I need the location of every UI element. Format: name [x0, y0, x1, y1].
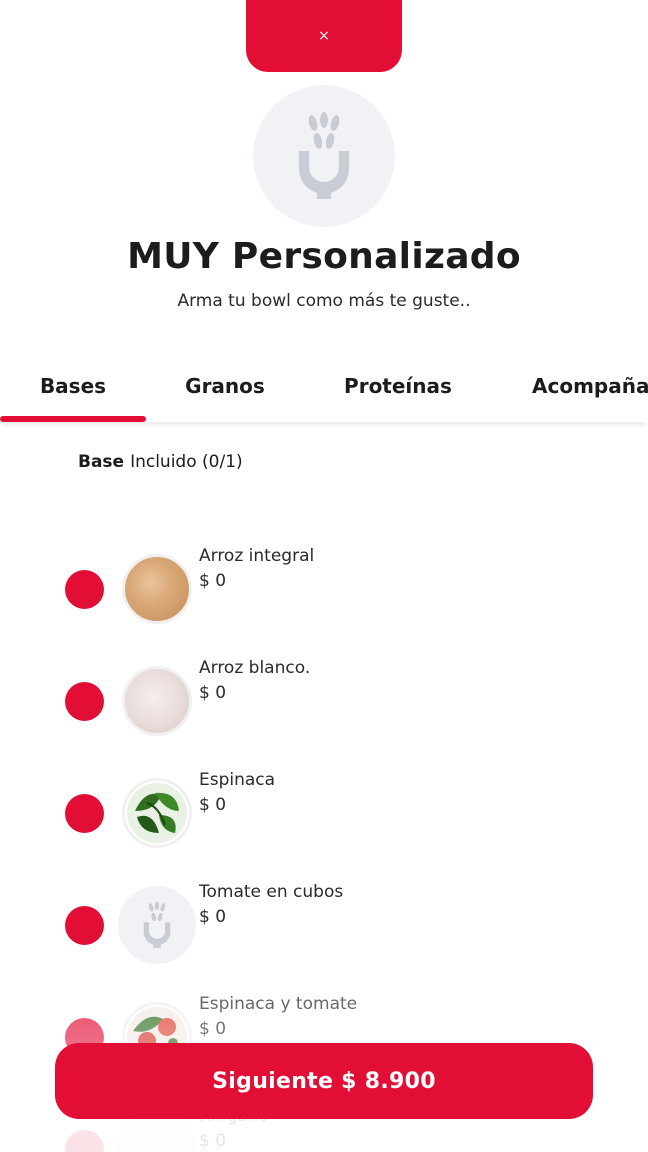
option-radio[interactable]: [65, 794, 104, 833]
next-button[interactable]: Siguiente $ 8.900: [55, 1043, 593, 1119]
tab-acompanar[interactable]: Acompañar: [492, 350, 648, 422]
option-row[interactable]: Arroz integral $ 0: [0, 532, 648, 632]
option-radio[interactable]: [65, 682, 104, 721]
placeholder-image: [118, 886, 196, 964]
page-title: MUY Personalizado: [127, 236, 521, 277]
brown-rice-image: [122, 554, 192, 624]
option-name: Espinaca: [199, 770, 276, 790]
option-price: $ 0: [199, 571, 227, 591]
spinach-image: [122, 778, 192, 848]
category-tabs: Bases Granos Proteínas Acompañar: [0, 350, 648, 422]
tab-granos[interactable]: Granos: [146, 350, 304, 422]
section-status: Incluido (0/1): [130, 452, 243, 472]
close-icon: ×: [318, 28, 330, 44]
white-rice-image: [122, 666, 192, 736]
option-name: Tomate en cubos: [199, 882, 344, 902]
page-subtitle: Arma tu bowl como más te guste..: [177, 291, 471, 311]
option-row[interactable]: Espinaca $ 0: [0, 756, 648, 856]
option-row[interactable]: Tomate en cubos $ 0: [0, 868, 648, 968]
option-radio[interactable]: [65, 570, 104, 609]
bowl-logo-icon: [143, 901, 171, 948]
option-price: $ 0: [199, 907, 227, 927]
option-name: Arroz integral: [199, 546, 315, 566]
section-name: Base: [78, 452, 125, 472]
bowl-logo-icon: [299, 112, 349, 199]
option-price: $ 0: [199, 1131, 227, 1151]
tab-proteinas[interactable]: Proteínas: [304, 350, 492, 422]
close-button[interactable]: ×: [246, 0, 402, 72]
section-header: Base Incluido (0/1): [78, 452, 243, 472]
tab-bases[interactable]: Bases: [0, 350, 146, 422]
option-price: $ 0: [199, 1019, 227, 1039]
option-price: $ 0: [199, 795, 227, 815]
option-row[interactable]: Arroz blanco. $ 0: [0, 644, 648, 744]
brand-logo-placeholder: [253, 85, 395, 227]
option-name: Arroz blanco.: [199, 658, 311, 678]
option-radio[interactable]: [65, 1130, 104, 1152]
option-price: $ 0: [199, 683, 227, 703]
option-name: Espinaca y tomate: [199, 994, 358, 1014]
option-radio[interactable]: [65, 906, 104, 945]
